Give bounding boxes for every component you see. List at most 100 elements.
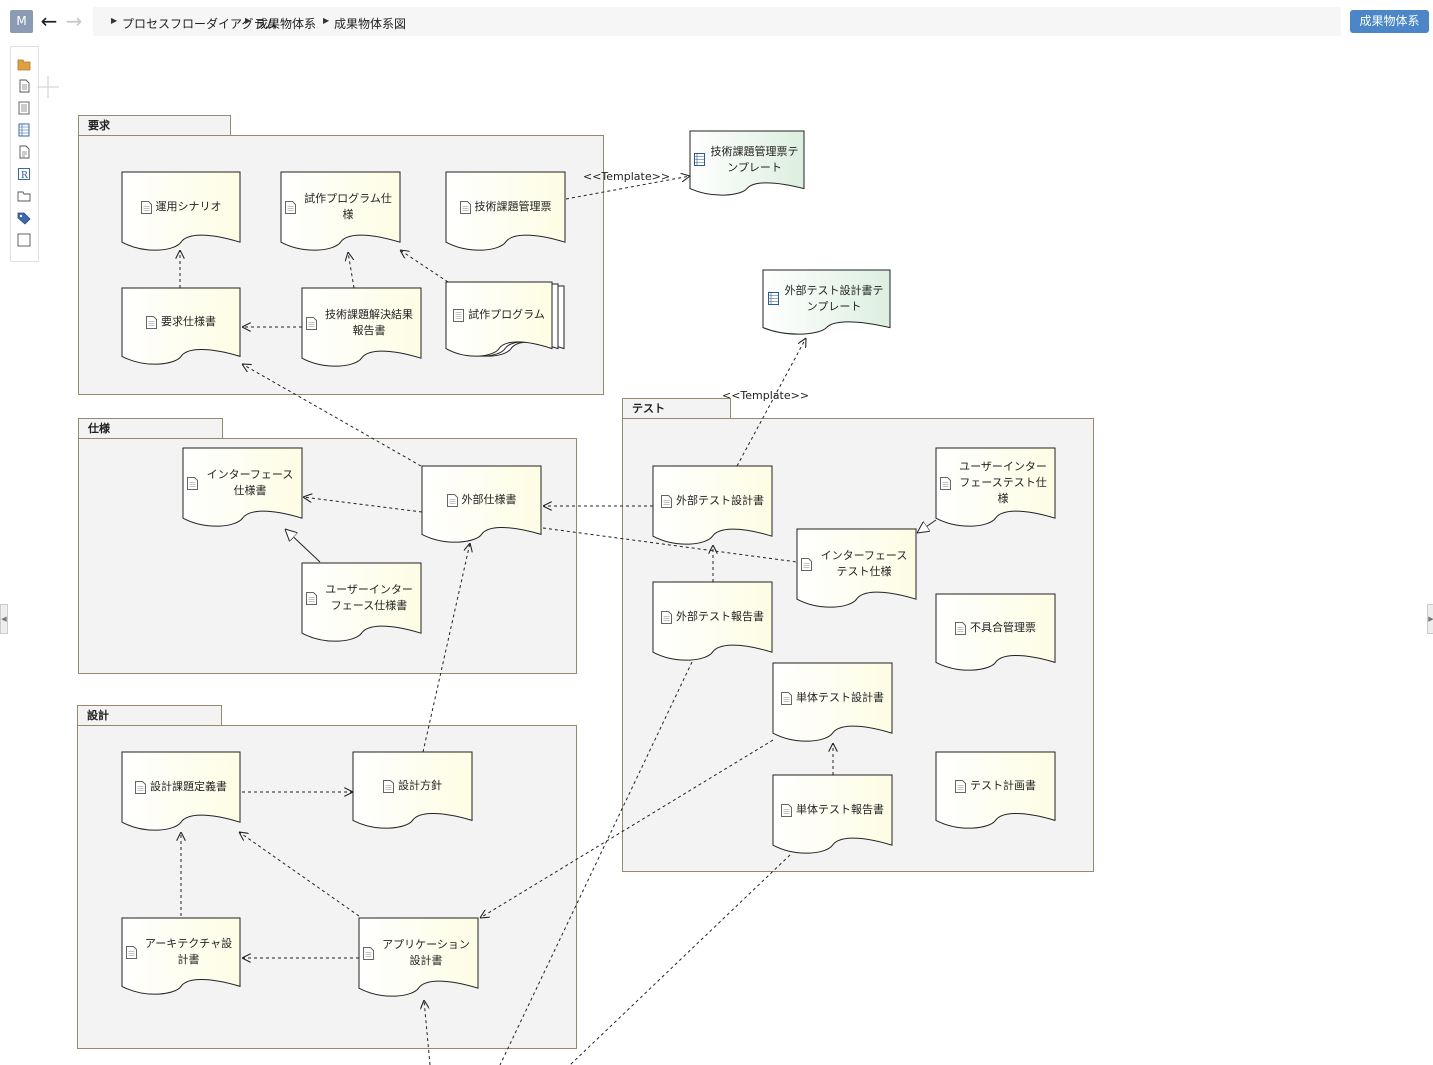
document-icon [126,945,138,959]
document-icon [459,200,471,214]
artifact-label: 試作プログラム仕様 [304,192,392,222]
artifact-label: インターフェーステスト仕様 [820,549,908,579]
realization-ui-spec-if-spec [285,529,321,563]
artifact-label: ユーザーインターフェース仕様書 [325,583,413,613]
artifact-label-row: 技術課題解決結果報告書 [302,288,421,358]
artifact-label: 試作プログラム [468,308,545,322]
artifact-label-row: 試作プログラム [446,282,552,349]
artifact-tmpl-gaibu-test[interactable]: 外部テスト設計書テンプレート [762,269,891,335]
dependency-out-app [424,1000,431,1065]
table-document-icon [768,292,780,306]
artifact-label-row: テスト計画書 [936,752,1055,820]
document-icon [306,316,318,330]
artifact-label-row: 外部テスト設計書テンプレート [763,270,890,328]
document-icon [661,610,672,624]
artifact-ui-spec[interactable]: ユーザーインターフェース仕様書 [301,562,422,642]
artifact-label: 設計方針 [398,779,442,793]
artifact-label-row: 技術課題管理票テンプレート [690,131,804,189]
artifact-label: 技術課題管理票テンプレート [710,144,799,174]
document-icon [661,494,672,508]
artifact-unyou[interactable]: 運用シナリオ [121,171,241,251]
document-icon [955,621,966,635]
artifact-label: 不具合管理票 [970,621,1036,635]
artifact-label: 単体テスト設計書 [796,691,884,705]
artifact-gijutsu-kanri[interactable]: 技術課題管理票 [445,171,566,251]
artifact-label-row: 外部仕様書 [422,466,541,534]
table-document-icon [693,153,705,167]
artifact-ui-test[interactable]: ユーザーインターフェーステスト仕様 [935,447,1056,527]
stereotype-label-template: <<Template>> [722,389,810,402]
artifact-label: 外部テスト設計書 [676,494,764,508]
document-icon [446,493,458,507]
artifact-label: 外部テスト報告書 [676,610,764,624]
artifact-if-spec[interactable]: インターフェース仕様書 [182,447,303,527]
artifact-label-row: 単体テスト設計書 [773,663,892,733]
trace-gaibu-test-report-out [499,661,693,1065]
document-icon [135,780,146,794]
document-icon [781,803,792,817]
artifact-label-row: 設計課題定義書 [122,752,240,822]
artifact-label-row: 単体テスト報告書 [773,775,892,845]
artifact-shisaku-prog[interactable]: 試作プログラム [445,281,565,357]
artifact-label-row: 要求仕様書 [122,288,240,356]
artifact-shisaku-spec[interactable]: 試作プログラム仕様 [280,171,401,251]
artifact-label-row: 試作プログラム仕様 [281,172,400,242]
dependency-houshin-gaibu [422,543,470,753]
artifact-label: 外部テスト設計書テンプレート [784,283,884,313]
artifact-label-row: ユーザーインターフェーステスト仕様 [936,448,1055,518]
trace-tantai-report-out [569,854,791,1065]
artifact-label: アーキテクチャ設計書 [144,937,233,967]
document-icon [383,779,394,793]
document-icon [306,591,318,605]
dependency-shisaku-prog-spec [400,250,449,283]
artifact-label: 設計課題定義書 [150,780,227,794]
realization-ui-test-if-test [917,519,937,533]
artifact-label-row: 設計方針 [353,752,472,820]
artifact-tmpl-gijutsu[interactable]: 技術課題管理票テンプレート [689,130,805,196]
artifact-tantai-report[interactable]: 単体テスト報告書 [772,774,893,854]
document-icon [140,200,152,214]
dependency-gaibu-if-spec [303,497,423,513]
document-icon [940,476,952,490]
artifact-label: 外部仕様書 [461,493,517,507]
artifact-sekkei-kadai[interactable]: 設計課題定義書 [121,751,241,831]
artifact-gijutsu-kaiketsu[interactable]: 技術課題解決結果報告書 [301,287,422,367]
template-gaibu-test [736,338,806,467]
artifact-label: 運用シナリオ [155,200,222,214]
artifact-gaibu-test-design[interactable]: 外部テスト設計書 [652,465,773,545]
document-icon [285,200,297,214]
document-stack-icon [453,308,465,322]
artifact-youkyu[interactable]: 要求仕様書 [121,287,241,365]
artifact-label-row: インターフェース仕様書 [183,448,302,518]
document-icon [801,557,813,571]
artifact-fuguai[interactable]: 不具合管理票 [935,593,1056,671]
artifact-app[interactable]: アプリケーション設計書 [358,917,479,997]
artifact-label: テスト計画書 [970,779,1036,793]
stereotype-label-template: <<Template>> [583,170,671,183]
artifact-label-row: アーキテクチャ設計書 [122,918,240,986]
artifact-tantai-design[interactable]: 単体テスト設計書 [772,662,893,742]
document-icon [146,315,157,329]
artifact-gaibu[interactable]: 外部仕様書 [421,465,542,543]
document-icon [955,779,966,793]
artifact-label-row: インターフェーステスト仕様 [797,529,916,599]
artifact-label-row: 技術課題管理票 [446,172,565,242]
document-icon [187,476,199,490]
artifact-label-row: アプリケーション設計書 [359,918,478,988]
artifact-label: 単体テスト報告書 [796,803,884,817]
artifact-sekkei-houshin[interactable]: 設計方針 [352,751,473,829]
document-icon [781,691,792,705]
artifact-gaibu-test-report[interactable]: 外部テスト報告書 [652,581,773,661]
artifact-arch[interactable]: アーキテクチャ設計書 [121,917,241,995]
document-icon [363,946,375,960]
artifact-label: アプリケーション設計書 [382,938,470,968]
artifact-if-test[interactable]: インターフェーステスト仕様 [796,528,917,608]
artifact-label: 要求仕様書 [161,315,216,329]
artifact-label: 技術課題管理票 [474,200,552,214]
artifact-test-plan[interactable]: テスト計画書 [935,751,1056,829]
dependency-app-kadai [239,832,360,917]
artifact-label: インターフェース仕様書 [206,468,294,498]
dependency-tantai-design-app [480,739,774,918]
artifact-label: 技術課題解決結果報告書 [325,308,413,338]
artifact-label-row: 運用シナリオ [122,172,240,242]
